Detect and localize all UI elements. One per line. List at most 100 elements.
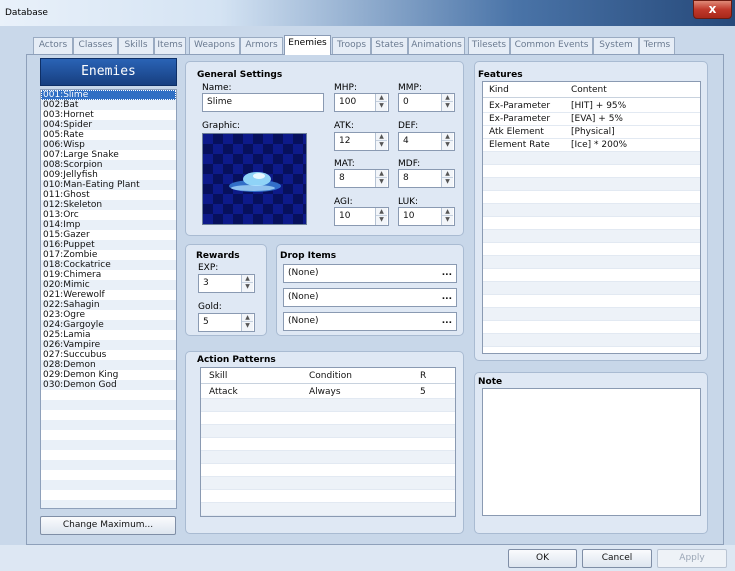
tab-armors[interactable]: Armors: [240, 37, 283, 54]
empty-table-row[interactable]: [201, 412, 455, 425]
action-patterns-table[interactable]: Skill Condition R Attack Always 5: [200, 367, 456, 517]
list-item[interactable]: 024:Gargoyle: [41, 320, 176, 330]
down-arrow-icon[interactable]: ▼: [242, 322, 253, 330]
list-item[interactable]: 007:Large Snake: [41, 150, 176, 160]
empty-table-row[interactable]: [201, 438, 455, 451]
empty-table-row[interactable]: [483, 191, 700, 204]
empty-table-row[interactable]: [483, 178, 700, 191]
table-row[interactable]: Ex-Parameter [HIT] + 95%: [483, 100, 700, 113]
list-item[interactable]: 013:Orc: [41, 210, 176, 220]
list-item[interactable]: 009:Jellyfish: [41, 170, 176, 180]
up-arrow-icon[interactable]: ▲: [442, 133, 453, 141]
spinner-arrows[interactable]: ▲ ▼: [441, 133, 453, 150]
empty-table-row[interactable]: [483, 152, 700, 165]
browse-icon[interactable]: ...: [442, 313, 452, 330]
drop-item-field[interactable]: (None)...: [283, 288, 457, 307]
empty-list-row[interactable]: [41, 410, 176, 420]
list-item[interactable]: 012:Skeleton: [41, 200, 176, 210]
mdf-spinner[interactable]: 8 ▲ ▼: [398, 169, 455, 188]
empty-list-row[interactable]: [41, 430, 176, 440]
list-item[interactable]: 003:Hornet: [41, 110, 176, 120]
down-arrow-icon[interactable]: ▼: [442, 216, 453, 224]
apply-button[interactable]: Apply: [657, 549, 727, 568]
up-arrow-icon[interactable]: ▲: [376, 208, 387, 216]
spinner-arrows[interactable]: ▲ ▼: [441, 208, 453, 225]
drop-item-field[interactable]: (None)...: [283, 264, 457, 283]
empty-list-row[interactable]: [41, 460, 176, 470]
list-item[interactable]: 006:Wisp: [41, 140, 176, 150]
list-item[interactable]: 014:Imp: [41, 220, 176, 230]
empty-list-row[interactable]: [41, 390, 176, 400]
table-row[interactable]: Attack Always 5: [201, 386, 455, 399]
down-arrow-icon[interactable]: ▼: [376, 178, 387, 186]
empty-list-row[interactable]: [41, 440, 176, 450]
list-item[interactable]: 018:Cockatrice: [41, 260, 176, 270]
down-arrow-icon[interactable]: ▼: [442, 102, 453, 110]
list-item[interactable]: 010:Man-Eating Plant: [41, 180, 176, 190]
table-row[interactable]: Ex-Parameter [EVA] + 5%: [483, 113, 700, 126]
empty-table-row[interactable]: [483, 217, 700, 230]
down-arrow-icon[interactable]: ▼: [376, 216, 387, 224]
features-table[interactable]: Kind Content Ex-Parameter [HIT] + 95% Ex…: [482, 81, 701, 354]
tab-weapons[interactable]: Weapons: [189, 37, 240, 54]
list-item[interactable]: 001:Slime: [41, 90, 176, 100]
list-item[interactable]: 029:Demon King: [41, 370, 176, 380]
mhp-spinner[interactable]: 100 ▲ ▼: [334, 93, 389, 112]
empty-table-row[interactable]: [201, 464, 455, 477]
tab-terms[interactable]: Terms: [639, 37, 675, 54]
tab-common-events[interactable]: Common Events: [510, 37, 593, 54]
tab-system[interactable]: System: [593, 37, 639, 54]
spinner-arrows[interactable]: ▲ ▼: [375, 133, 387, 150]
atk-spinner[interactable]: 12 ▲ ▼: [334, 132, 389, 151]
table-row[interactable]: Atk Element [Physical]: [483, 126, 700, 139]
empty-table-row[interactable]: [483, 282, 700, 295]
down-arrow-icon[interactable]: ▼: [376, 102, 387, 110]
note-textarea[interactable]: [482, 388, 701, 516]
list-item[interactable]: 002:Bat: [41, 100, 176, 110]
empty-list-row[interactable]: [41, 420, 176, 430]
empty-table-row[interactable]: [201, 503, 455, 516]
exp-spinner[interactable]: 3 ▲ ▼: [198, 274, 255, 293]
list-item[interactable]: 004:Spider: [41, 120, 176, 130]
browse-icon[interactable]: ...: [442, 265, 452, 282]
change-maximum-button[interactable]: Change Maximum...: [40, 516, 176, 535]
name-field[interactable]: Slime: [202, 93, 324, 112]
spinner-arrows[interactable]: ▲ ▼: [375, 208, 387, 225]
down-arrow-icon[interactable]: ▼: [376, 141, 387, 149]
list-item[interactable]: 025:Lamia: [41, 330, 176, 340]
table-row[interactable]: Element Rate [Ice] * 200%: [483, 139, 700, 152]
empty-table-row[interactable]: [201, 451, 455, 464]
tab-states[interactable]: States: [371, 37, 408, 54]
empty-list-row[interactable]: [41, 500, 176, 508]
down-arrow-icon[interactable]: ▼: [442, 178, 453, 186]
up-arrow-icon[interactable]: ▲: [376, 133, 387, 141]
list-item[interactable]: 023:Ogre: [41, 310, 176, 320]
empty-table-row[interactable]: [483, 204, 700, 217]
cancel-button[interactable]: Cancel: [582, 549, 652, 568]
list-item[interactable]: 022:Sahagin: [41, 300, 176, 310]
list-item[interactable]: 027:Succubus: [41, 350, 176, 360]
enemy-list[interactable]: 001:Slime 002:Bat 003:Hornet 004:Spider …: [40, 89, 177, 509]
tab-enemies[interactable]: Enemies: [284, 35, 331, 55]
list-item[interactable]: 015:Gazer: [41, 230, 176, 240]
empty-table-row[interactable]: [483, 256, 700, 269]
list-item[interactable]: 019:Chimera: [41, 270, 176, 280]
list-item[interactable]: 030:Demon God: [41, 380, 176, 390]
up-arrow-icon[interactable]: ▲: [442, 170, 453, 178]
empty-table-row[interactable]: [483, 165, 700, 178]
empty-list-row[interactable]: [41, 480, 176, 490]
tab-actors[interactable]: Actors: [33, 37, 73, 54]
drop-item-field[interactable]: (None)...: [283, 312, 457, 331]
luk-spinner[interactable]: 10 ▲ ▼: [398, 207, 455, 226]
empty-table-row[interactable]: [483, 308, 700, 321]
spinner-arrows[interactable]: ▲ ▼: [375, 94, 387, 111]
down-arrow-icon[interactable]: ▼: [442, 141, 453, 149]
up-arrow-icon[interactable]: ▲: [376, 170, 387, 178]
spinner-arrows[interactable]: ▲ ▼: [375, 170, 387, 187]
gold-spinner[interactable]: 5 ▲ ▼: [198, 313, 255, 332]
list-item[interactable]: 005:Rate: [41, 130, 176, 140]
empty-table-row[interactable]: [483, 243, 700, 256]
empty-table-row[interactable]: [201, 477, 455, 490]
list-item[interactable]: 021:Werewolf: [41, 290, 176, 300]
up-arrow-icon[interactable]: ▲: [242, 314, 253, 322]
